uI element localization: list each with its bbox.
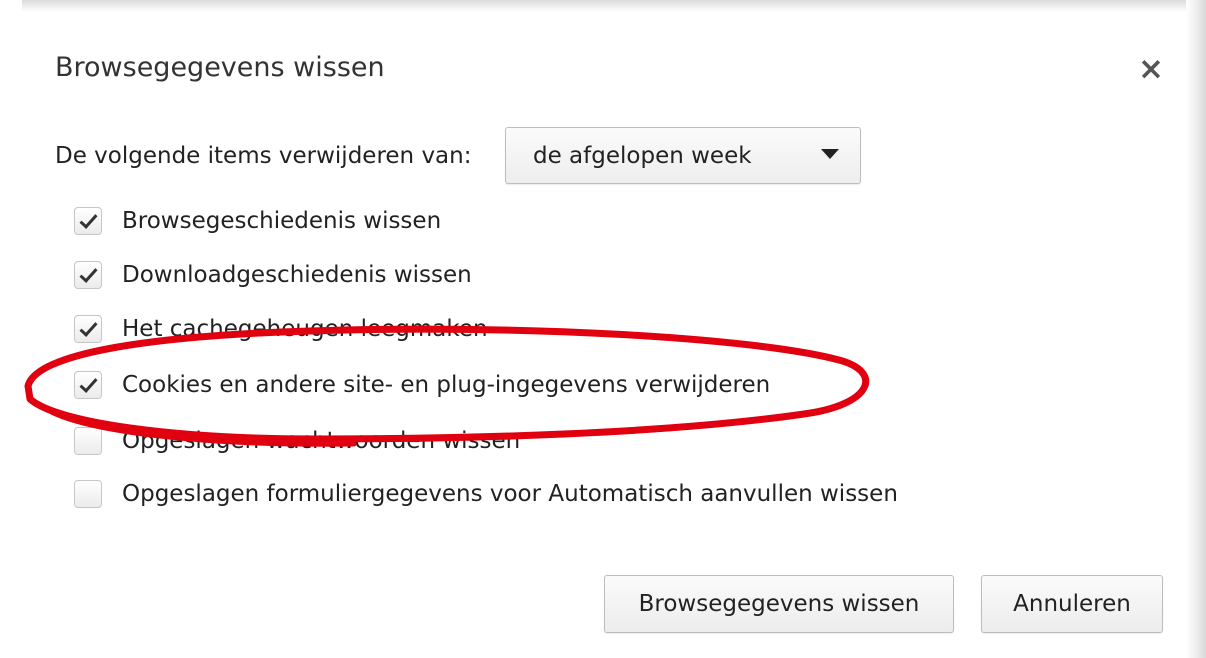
time-range-label: De volgende items verwijderen van: xyxy=(55,143,472,169)
clear-browsing-data-screen: Browsegegevens wissen × De volgende item… xyxy=(0,0,1206,658)
cookies-checkbox[interactable] xyxy=(74,371,102,399)
option-saved-passwords[interactable]: Opgeslagen wachtwoorden wissen xyxy=(74,424,520,458)
cancel-button[interactable]: Annuleren xyxy=(981,575,1163,633)
browsing-history-label: Browsegeschiedenis wissen xyxy=(122,208,442,234)
download-history-label: Downloadgeschiedenis wissen xyxy=(122,262,472,288)
option-autofill-form-data[interactable]: Opgeslagen formuliergegevens voor Automa… xyxy=(74,477,898,511)
dialog-title: Browsegegevens wissen xyxy=(55,52,385,83)
chevron-down-icon xyxy=(821,149,839,159)
option-browsing-history[interactable]: Browsegeschiedenis wissen xyxy=(74,204,441,238)
time-range-selected-value: de afgelopen week xyxy=(533,143,752,169)
checkmark-icon xyxy=(79,210,98,229)
option-cache[interactable]: Het cachegeheugen leegmaken xyxy=(74,312,488,346)
clear-browsing-data-button[interactable]: Browsegegevens wissen xyxy=(604,575,954,633)
checkmark-icon xyxy=(79,318,98,337)
checkmark-icon xyxy=(79,264,98,283)
dialog-right-shadow xyxy=(1186,0,1206,658)
dialog-top-shadow xyxy=(22,0,1194,12)
browsing-history-checkbox[interactable] xyxy=(74,207,102,235)
time-range-select[interactable]: de afgelopen week xyxy=(505,127,861,184)
close-icon[interactable]: × xyxy=(1136,54,1166,85)
saved-passwords-checkbox[interactable] xyxy=(74,427,102,455)
cache-checkbox[interactable] xyxy=(74,315,102,343)
autofill-form-data-checkbox[interactable] xyxy=(74,480,102,508)
cache-label: Het cachegeheugen leegmaken xyxy=(122,316,488,342)
saved-passwords-label: Opgeslagen wachtwoorden wissen xyxy=(122,428,521,454)
cookies-label: Cookies en andere site- en plug-ingegeve… xyxy=(122,372,771,398)
autofill-form-data-label: Opgeslagen formuliergegevens voor Automa… xyxy=(122,481,898,507)
download-history-checkbox[interactable] xyxy=(74,261,102,289)
checkmark-icon xyxy=(79,374,98,393)
option-download-history[interactable]: Downloadgeschiedenis wissen xyxy=(74,258,472,292)
option-cookies[interactable]: Cookies en andere site- en plug-ingegeve… xyxy=(74,368,770,402)
